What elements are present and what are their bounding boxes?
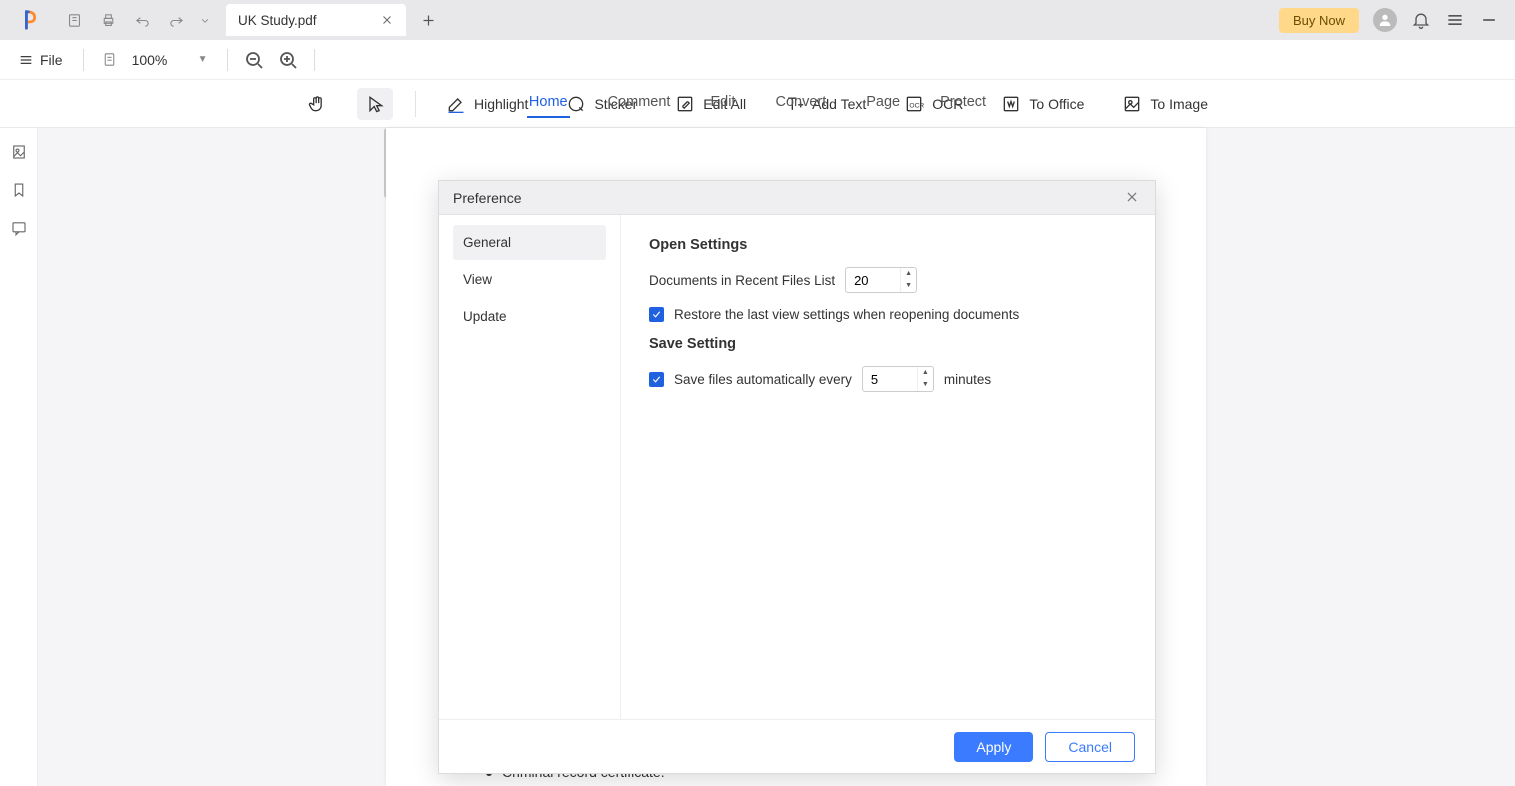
hamburger-icon[interactable] — [1445, 10, 1465, 30]
autosave-input[interactable] — [863, 372, 917, 387]
dialog-sidebar: General View Update — [439, 215, 621, 719]
menu-comment[interactable]: Comment — [606, 88, 673, 118]
restore-view-label: Restore the last view settings when reop… — [674, 307, 1019, 322]
spinner-down-icon[interactable]: ▼ — [901, 280, 916, 292]
autosave-suffix: minutes — [944, 372, 991, 387]
dialog-footer: Apply Cancel — [439, 719, 1155, 773]
titlebar-right: Buy Now — [1279, 8, 1507, 33]
restore-view-checkbox[interactable] — [649, 307, 664, 322]
thumbnails-icon[interactable] — [9, 142, 29, 162]
sidebar-item-general[interactable]: General — [453, 225, 606, 260]
save-settings-title: Save Setting — [649, 336, 1127, 352]
zoom-in-icon[interactable] — [276, 48, 300, 72]
recent-files-row: Documents in Recent Files List ▲ ▼ — [649, 267, 1127, 293]
divider — [227, 49, 228, 71]
spinner-up-icon[interactable]: ▲ — [901, 268, 916, 280]
divider — [83, 49, 84, 71]
redo-icon[interactable] — [164, 8, 188, 32]
recent-files-label: Documents in Recent Files List — [649, 273, 835, 288]
dialog-titlebar: Preference — [439, 181, 1155, 215]
dialog-main: Open Settings Documents in Recent Files … — [621, 215, 1155, 719]
apply-button[interactable]: Apply — [954, 732, 1033, 762]
sidebar-item-update[interactable]: Update — [453, 299, 606, 334]
spinner-arrows: ▲ ▼ — [900, 268, 916, 292]
cancel-button[interactable]: Cancel — [1045, 732, 1135, 762]
save-icon[interactable] — [62, 8, 86, 32]
document-tab[interactable]: UK Study.pdf — [226, 4, 406, 36]
spinner-up-icon[interactable]: ▲ — [918, 367, 933, 379]
preference-dialog: Preference General View Update Open Sett… — [438, 180, 1156, 774]
file-menu[interactable]: File — [12, 52, 69, 68]
tab-close-icon[interactable] — [380, 13, 394, 27]
zoom-caret-icon[interactable]: ▼ — [198, 54, 208, 65]
menu-page[interactable]: Page — [864, 88, 902, 118]
minimize-icon[interactable] — [1479, 10, 1499, 30]
recent-files-spinner[interactable]: ▲ ▼ — [845, 267, 917, 293]
menu-convert[interactable]: Convert — [773, 88, 828, 118]
menu-edit[interactable]: Edit — [708, 88, 737, 118]
menu-home[interactable]: Home — [527, 88, 570, 118]
autosave-prefix: Save files automatically every — [674, 372, 852, 387]
dialog-title-text: Preference — [453, 190, 521, 206]
app-logo — [20, 9, 42, 31]
undo-icon[interactable] — [130, 8, 154, 32]
open-settings-title: Open Settings — [649, 237, 1127, 253]
titlebar: UK Study.pdf Buy Now — [0, 0, 1515, 40]
sidebar-item-view[interactable]: View — [453, 262, 606, 297]
autosave-checkbox[interactable] — [649, 372, 664, 387]
menubar: Home Comment Edit Convert Page Protect — [0, 88, 1515, 118]
recent-files-input[interactable] — [846, 273, 900, 288]
file-label: File — [40, 52, 63, 68]
print-icon[interactable] — [96, 8, 120, 32]
autosave-row: Save files automatically every ▲ ▼ minut… — [649, 366, 1127, 392]
buy-now-button[interactable]: Buy Now — [1279, 8, 1359, 33]
user-avatar-icon[interactable] — [1373, 8, 1397, 32]
dialog-close-icon[interactable] — [1125, 190, 1141, 206]
zoom-out-icon[interactable] — [242, 48, 266, 72]
bell-icon[interactable] — [1411, 10, 1431, 30]
menu-protect[interactable]: Protect — [938, 88, 988, 118]
tab-title: UK Study.pdf — [238, 13, 317, 28]
quick-access-more-icon[interactable] — [198, 8, 212, 32]
left-rail — [0, 128, 38, 786]
autosave-spinner[interactable]: ▲ ▼ — [862, 366, 934, 392]
spinner-arrows: ▲ ▼ — [917, 367, 933, 391]
comments-icon[interactable] — [9, 218, 29, 238]
spinner-down-icon[interactable]: ▼ — [918, 379, 933, 391]
quick-access-group — [62, 8, 212, 32]
bookmark-icon[interactable] — [9, 180, 29, 200]
divider — [314, 49, 315, 71]
zoom-value[interactable]: 100% — [132, 52, 192, 68]
new-tab-icon[interactable] — [416, 8, 440, 32]
dialog-body: General View Update Open Settings Docume… — [439, 215, 1155, 719]
filestrip: File 100% ▼ — [0, 40, 1515, 80]
restore-view-row: Restore the last view settings when reop… — [649, 307, 1127, 322]
page-view-icon[interactable] — [98, 48, 122, 72]
